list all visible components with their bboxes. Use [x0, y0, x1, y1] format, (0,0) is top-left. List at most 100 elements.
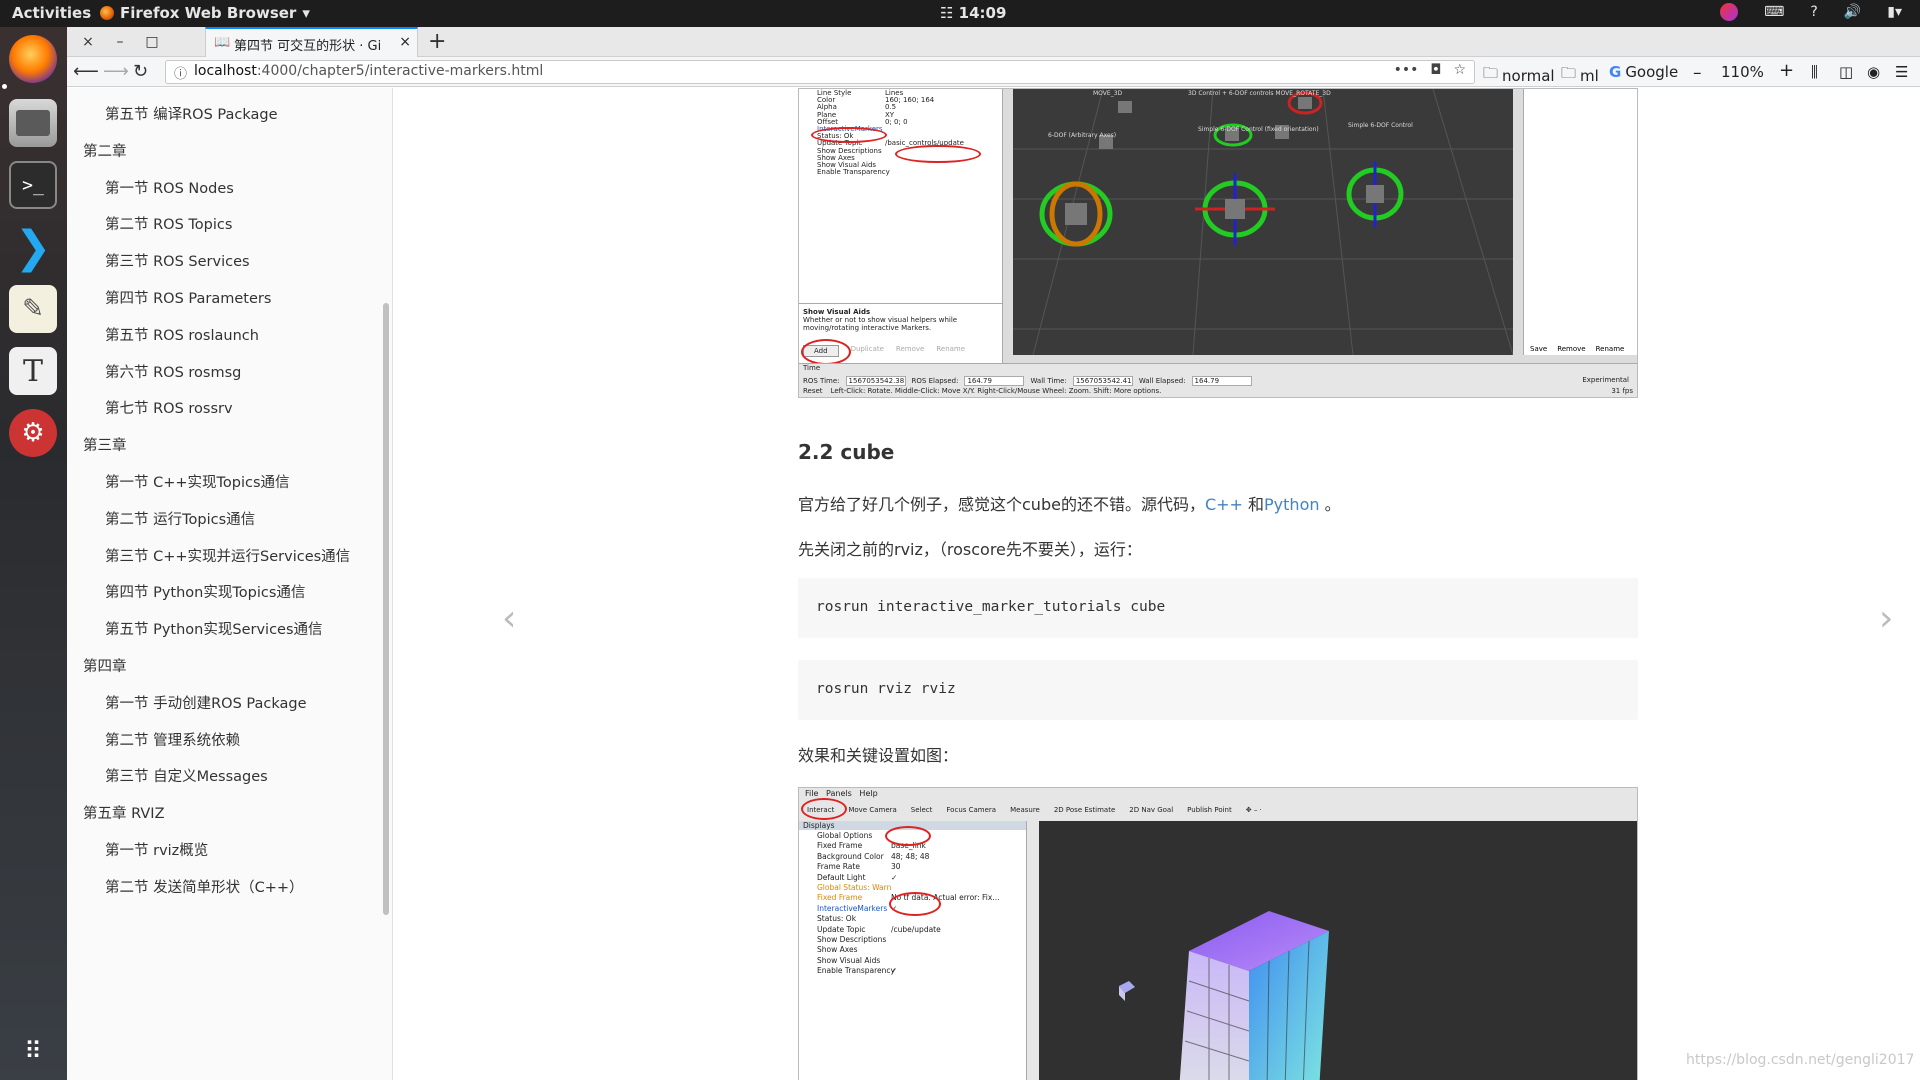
sidebar-item[interactable]: 第三节 C++实现并运行Services通信 [105, 545, 350, 566]
bookmark-normal[interactable]: 🗀 normal [1483, 63, 1555, 88]
rviz-rename-view-button[interactable]: Rename [1596, 345, 1625, 353]
zoom-out-button[interactable]: – [1693, 63, 1702, 83]
ros-time-field[interactable]: 1567053542.38 [845, 376, 906, 386]
close-tab-icon[interactable]: × [399, 34, 411, 50]
rviz-tool-move-camera[interactable]: Move Camera [848, 806, 896, 814]
typora-icon[interactable]: T [9, 347, 57, 395]
rviz-property-row[interactable]: Frame Rate 30 [817, 862, 1025, 872]
sidebar-item[interactable]: 第一节 手动创建ROS Package [105, 692, 307, 713]
sidebar-item[interactable]: 第二节 管理系统依赖 [105, 729, 240, 750]
rviz-tool-2d-nav-goal[interactable]: 2D Nav Goal [1129, 806, 1173, 814]
system-tray[interactable]: ⌨ ? 🔊 ▮▾ [1720, 3, 1902, 21]
sidebar-item[interactable]: 第五章 RVIZ [83, 802, 165, 823]
reload-icon[interactable]: ↻ [133, 61, 148, 82]
hamburger-menu-icon[interactable]: ☰ [1895, 63, 1908, 81]
rviz-property-row[interactable]: Enable Transparency [817, 168, 1001, 176]
experimental-checkbox[interactable]: Experimental [1582, 376, 1629, 384]
battery-icon[interactable]: ▮▾ [1887, 4, 1902, 20]
ros-elapsed-field[interactable]: 164.79 [964, 376, 1025, 386]
sidebar-item[interactable]: 第二节 运行Topics通信 [105, 508, 255, 529]
library-icon[interactable]: ⫼ [1811, 63, 1818, 81]
rviz-property-row[interactable]: Plane XY [817, 111, 1001, 119]
url-bar[interactable]: ⓘ localhost:4000/chapter5/interactive-ma… [165, 60, 1475, 84]
page-actions-icon[interactable]: ••• [1394, 62, 1419, 78]
rviz-duplicate-button[interactable]: Duplicate [851, 345, 884, 357]
active-tab[interactable]: 📖 第四节 可交互的形状 · Gi × [205, 27, 418, 57]
activities-button[interactable]: Activities [12, 4, 91, 22]
rviz-property-row[interactable]: Show Axes [817, 945, 1025, 955]
volume-icon[interactable]: 🔊 [1844, 4, 1861, 20]
sidebar-item[interactable]: 第二章 [83, 140, 127, 161]
rviz-property-value[interactable]: 48; 48; 48 [891, 852, 929, 861]
sidebar-item[interactable]: 第一节 C++实现Topics通信 [105, 471, 290, 492]
sync-icon[interactable]: ◉ [1867, 63, 1880, 81]
bookmark-star-icon[interactable]: ☆ [1453, 62, 1466, 78]
code-block-rviz[interactable]: rosrun rviz rviz [798, 660, 1638, 720]
maximize-window-icon[interactable]: □ [141, 31, 163, 53]
sidebar-item[interactable]: 第五节 Python实现Services通信 [105, 618, 323, 639]
info-icon[interactable]: ⓘ [174, 63, 187, 82]
sidebar-toggle-icon[interactable]: ◫ [1839, 63, 1853, 81]
sidebar-item[interactable]: 第六节 ROS rosmsg [105, 361, 241, 382]
rviz-property-row[interactable]: Color 160; 160; 164 [817, 96, 1001, 104]
sidebar-item[interactable]: 第二节 ROS Topics [105, 213, 232, 234]
rviz-tool-measure[interactable]: Measure [1010, 806, 1040, 814]
rviz-tool-select[interactable]: Select [911, 806, 933, 814]
firefox-icon[interactable] [9, 35, 57, 83]
rviz-property-row[interactable]: Show Descriptions [817, 935, 1025, 945]
files-icon[interactable] [9, 99, 57, 147]
forward-icon[interactable]: ⟶ [103, 61, 129, 82]
rviz-tool-publish-point[interactable]: Publish Point [1187, 806, 1232, 814]
prev-page-icon[interactable]: ‹ [502, 598, 516, 639]
sidebar-item[interactable]: 第一节 ROS Nodes [105, 177, 234, 198]
sidebar-item[interactable]: 第四节 ROS Parameters [105, 287, 271, 308]
sidebar-item[interactable]: 第三节 自定义Messages [105, 765, 268, 786]
code-block-cube[interactable]: rosrun interactive_marker_tutorials cube [798, 578, 1638, 638]
rviz-rename-button[interactable]: Rename [936, 345, 965, 357]
rviz-menu-help[interactable]: Help [859, 789, 877, 798]
rviz-property-row[interactable]: Status: Ok [817, 914, 1025, 924]
zoom-in-button[interactable]: + [1779, 60, 1794, 81]
rviz-tool-focus-camera[interactable]: Focus Camera [946, 806, 996, 814]
wall-time-field[interactable]: 1567053542.41 [1072, 376, 1133, 386]
new-tab-button[interactable]: + [428, 29, 446, 54]
next-page-icon[interactable]: › [1879, 598, 1893, 639]
rviz-reset-button[interactable]: Reset [803, 387, 823, 395]
pocket-icon[interactable]: ◘ [1430, 62, 1441, 78]
rviz-property-row[interactable]: Show Visual Aids [817, 161, 1001, 169]
sidebar-item[interactable]: 第七节 ROS rossrv [105, 397, 233, 418]
sidebar-item[interactable]: 第二节 发送简单形状（C++） [105, 876, 304, 897]
sidebar-item[interactable]: 第四节 Python实现Topics通信 [105, 581, 305, 602]
rviz-property-row[interactable]: Show Visual Aids [817, 956, 1025, 966]
rviz-property-row[interactable]: Background Color 48; 48; 48 [817, 852, 1025, 862]
bookmark-google[interactable]: G Google [1609, 63, 1678, 81]
sidebar-item[interactable]: 第三章 [83, 434, 127, 455]
rviz-property-value[interactable]: /cube/update [891, 925, 941, 934]
zoom-level[interactable]: 110% [1721, 63, 1764, 81]
rviz-save-view-button[interactable]: Save [1530, 345, 1547, 353]
plus-icon[interactable]: ✥ – · [1246, 806, 1262, 814]
help-icon[interactable]: ? [1810, 4, 1817, 20]
clock[interactable]: ☷ 14:09 [940, 4, 1006, 22]
show-apps-icon[interactable]: ⠿ [9, 1027, 57, 1075]
sidebar-item[interactable]: 第五节 编译ROS Package [105, 103, 278, 124]
minimize-window-icon[interactable]: – [109, 31, 131, 53]
settings-icon[interactable]: ⚙ [9, 409, 57, 457]
rviz-property-row[interactable]: Offset 0; 0; 0 [817, 118, 1001, 126]
rviz-property-row[interactable]: Alpha 0.5 [817, 103, 1001, 111]
sidebar-item[interactable]: 第三节 ROS Services [105, 250, 250, 271]
app-indicator-icon[interactable] [1720, 3, 1739, 21]
rviz-property-row[interactable]: Line Style Lines [817, 89, 1001, 97]
rviz-property-row[interactable]: Enable Transparency ✓ [817, 966, 1025, 976]
sidebar-item[interactable]: 第四章 [83, 655, 127, 676]
vscode-icon[interactable]: ❯ [9, 222, 57, 273]
app-menu[interactable]: Firefox Web Browser ▾ [100, 4, 310, 22]
cpp-source-link[interactable]: C++ [1205, 495, 1243, 514]
rviz-property-value[interactable]: ✓ [891, 873, 897, 882]
terminal-icon[interactable]: >_ [9, 161, 57, 209]
sidebar-item[interactable]: 第五节 ROS roslaunch [105, 324, 259, 345]
rviz-property-row[interactable]: Default Light ✓ [817, 873, 1025, 883]
python-source-link[interactable]: Python [1264, 495, 1319, 514]
wall-elapsed-field[interactable]: 164.79 [1191, 376, 1252, 386]
rviz-property-row[interactable]: Update Topic/cube/update [817, 925, 1025, 935]
